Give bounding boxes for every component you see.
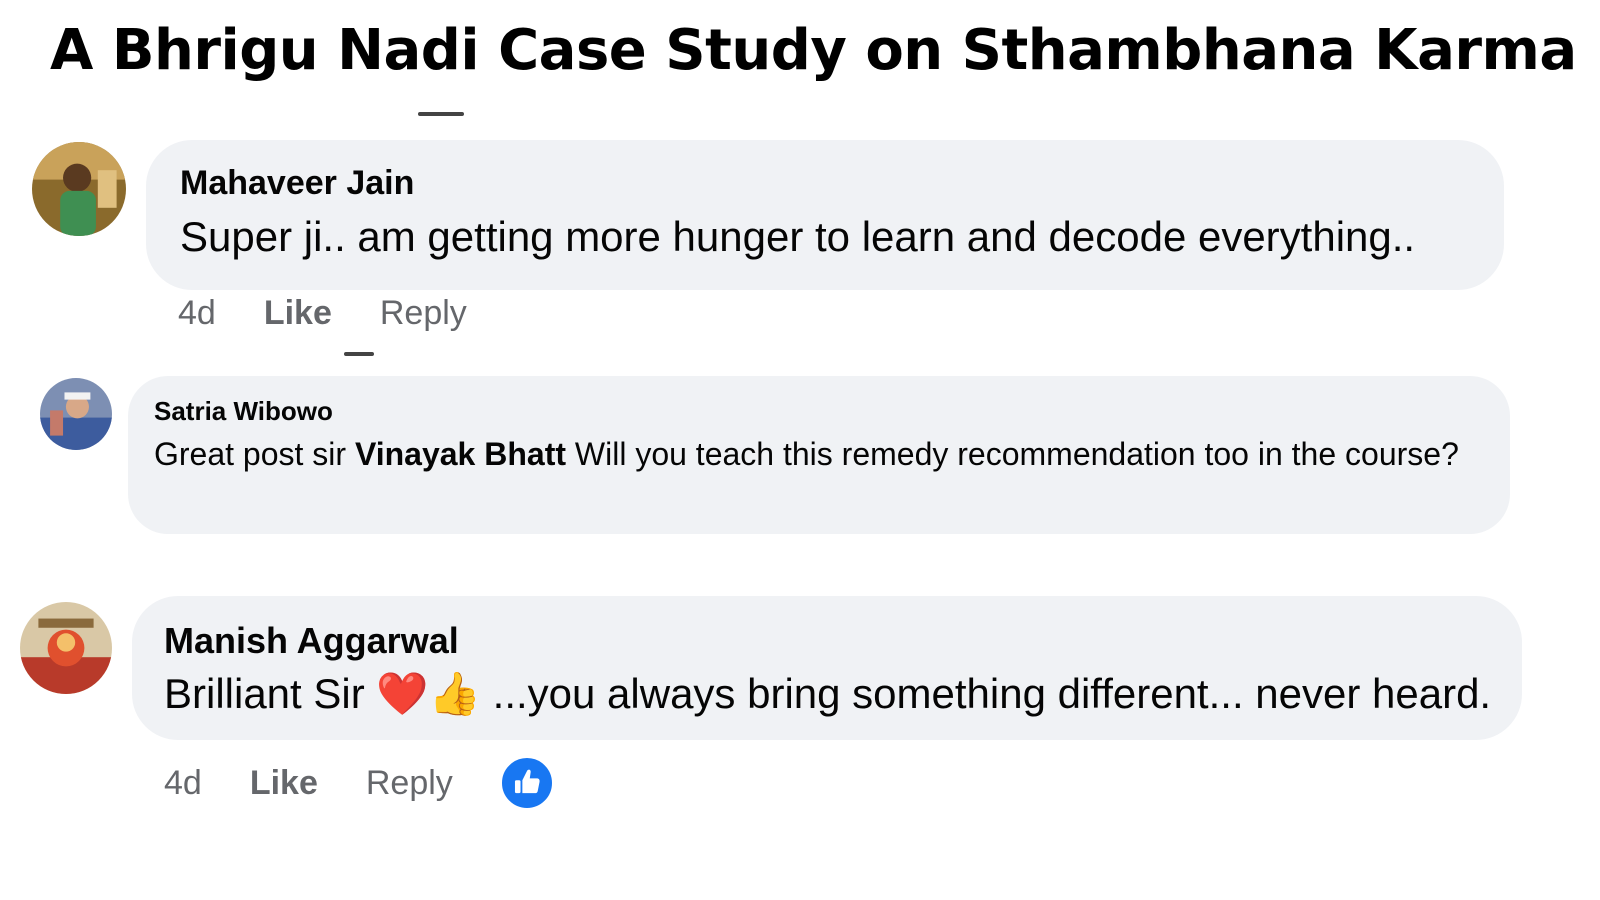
avatar-image bbox=[40, 378, 112, 450]
thumbs-up-icon[interactable] bbox=[500, 756, 554, 810]
comment-timestamp[interactable]: 4d bbox=[178, 294, 216, 333]
mention-link[interactable]: Vinayak Bhatt bbox=[355, 436, 566, 472]
comment-text-part: ...you always bring something different.… bbox=[480, 670, 1492, 717]
comment-bubble: Satria Wibowo Great post sir Vinayak Bha… bbox=[128, 376, 1510, 534]
reply-button[interactable]: Reply bbox=[380, 294, 467, 333]
comment-text-part: Will you teach this remedy recommendatio… bbox=[566, 436, 1459, 472]
comment-author[interactable]: Satria Wibowo bbox=[154, 396, 1482, 427]
like-button[interactable]: Like bbox=[264, 294, 332, 333]
avatar[interactable] bbox=[32, 142, 126, 236]
comment-author[interactable]: Manish Aggarwal bbox=[164, 620, 1490, 662]
comment-actions: 4d Like Reply bbox=[178, 294, 467, 333]
comment-bubble: Mahaveer Jain Super ji.. am getting more… bbox=[146, 140, 1504, 290]
comment-text: Super ji.. am getting more hunger to lea… bbox=[180, 213, 1416, 260]
comment-text-part: Brilliant Sir bbox=[164, 670, 377, 717]
page: A Bhrigu Nadi Case Study on Sthambhana K… bbox=[0, 0, 1600, 900]
comment-text: Brilliant Sir ❤️👍 ...you always bring so… bbox=[164, 670, 1492, 719]
comment-timestamp[interactable]: 4d bbox=[164, 764, 202, 803]
avatar-image bbox=[20, 602, 112, 694]
page-title: A Bhrigu Nadi Case Study on Sthambhana K… bbox=[50, 18, 1577, 83]
comment-actions: 4d Like Reply bbox=[164, 764, 453, 803]
cropped-text-fragment bbox=[344, 352, 374, 356]
thumbs-up-glyph bbox=[514, 769, 540, 794]
thumbs-up-emoji-icon: 👍 bbox=[428, 670, 481, 717]
comment-author[interactable]: Mahaveer Jain bbox=[180, 164, 1470, 203]
avatar[interactable] bbox=[20, 602, 112, 694]
comment-text-part: Great post sir bbox=[154, 436, 355, 472]
reply-button[interactable]: Reply bbox=[366, 764, 453, 803]
cropped-text-fragment bbox=[418, 112, 464, 116]
comment-bubble: Manish Aggarwal Brilliant Sir ❤️👍 ...you… bbox=[132, 596, 1522, 740]
avatar-image bbox=[32, 142, 126, 236]
like-button[interactable]: Like bbox=[250, 764, 318, 803]
avatar[interactable] bbox=[40, 378, 112, 450]
heart-emoji-icon: ❤️ bbox=[376, 670, 429, 717]
comment-text: Great post sir Vinayak Bhatt Will you te… bbox=[154, 431, 1482, 477]
